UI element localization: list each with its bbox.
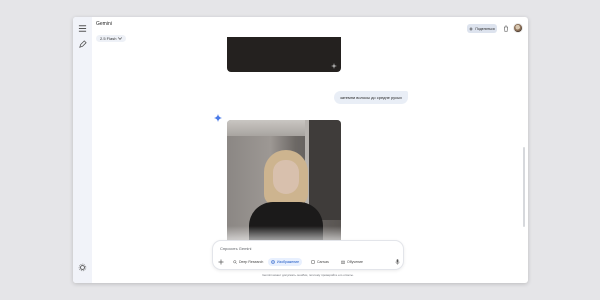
settings-icon[interactable] bbox=[78, 263, 87, 272]
image-icon bbox=[271, 260, 275, 264]
gemini-sparkle-icon bbox=[214, 114, 222, 122]
share-button[interactable]: Поделиться bbox=[467, 24, 497, 33]
tool-label: Deep Research bbox=[239, 260, 264, 264]
user-message-text: затемни волосы до средне русых bbox=[340, 95, 403, 100]
canvas-icon bbox=[311, 260, 315, 264]
user-message-bubble: затемни волосы до средне русых bbox=[334, 91, 409, 104]
prompt-placeholder[interactable]: Спросить Gemini bbox=[220, 246, 251, 251]
previous-generated-image[interactable] bbox=[227, 37, 341, 72]
add-attachment-icon[interactable] bbox=[218, 259, 224, 265]
app-title: Gemini bbox=[96, 21, 112, 27]
scrollbar[interactable] bbox=[523, 147, 525, 227]
model-selector[interactable]: 2.5 Flash bbox=[96, 35, 127, 42]
chevron-down-icon bbox=[118, 37, 123, 40]
disclaimer: Gemini может допускать ошибки, поэтому п… bbox=[262, 273, 354, 277]
model-label: 2.5 Flash bbox=[100, 36, 117, 41]
microphone-icon[interactable] bbox=[395, 259, 400, 265]
sidebar-rail bbox=[73, 17, 92, 283]
tool-canvas[interactable]: Canvas bbox=[308, 258, 332, 266]
learning-icon bbox=[341, 260, 345, 264]
tool-row: Deep Research Изображение Canvas Обучени… bbox=[218, 258, 400, 266]
delete-icon[interactable] bbox=[503, 25, 509, 32]
topbar: Gemini 2.5 Flash bbox=[96, 21, 127, 45]
generated-image[interactable] bbox=[227, 120, 341, 250]
app-window: Gemini 2.5 Flash Поделиться затемни воло… bbox=[73, 17, 528, 283]
tool-label: Изображение bbox=[277, 260, 300, 264]
prompt-input-box[interactable]: Спросить Gemini Deep Research Изображени… bbox=[212, 240, 404, 270]
tool-deep-research[interactable]: Deep Research bbox=[230, 258, 266, 266]
avatar[interactable] bbox=[513, 23, 523, 33]
plus-icon bbox=[469, 26, 473, 31]
tool-label: Обучение bbox=[347, 260, 364, 264]
tool-label: Canvas bbox=[317, 260, 329, 264]
sparkle-icon bbox=[331, 63, 337, 69]
tool-image[interactable]: Изображение bbox=[268, 258, 303, 266]
menu-icon[interactable] bbox=[78, 24, 87, 33]
image-face bbox=[273, 160, 299, 194]
new-chat-icon[interactable] bbox=[78, 40, 87, 49]
share-label: Поделиться bbox=[475, 26, 495, 31]
tool-learning[interactable]: Обучение bbox=[338, 258, 366, 266]
deep-research-icon bbox=[233, 260, 237, 264]
image-doorway bbox=[309, 120, 341, 220]
